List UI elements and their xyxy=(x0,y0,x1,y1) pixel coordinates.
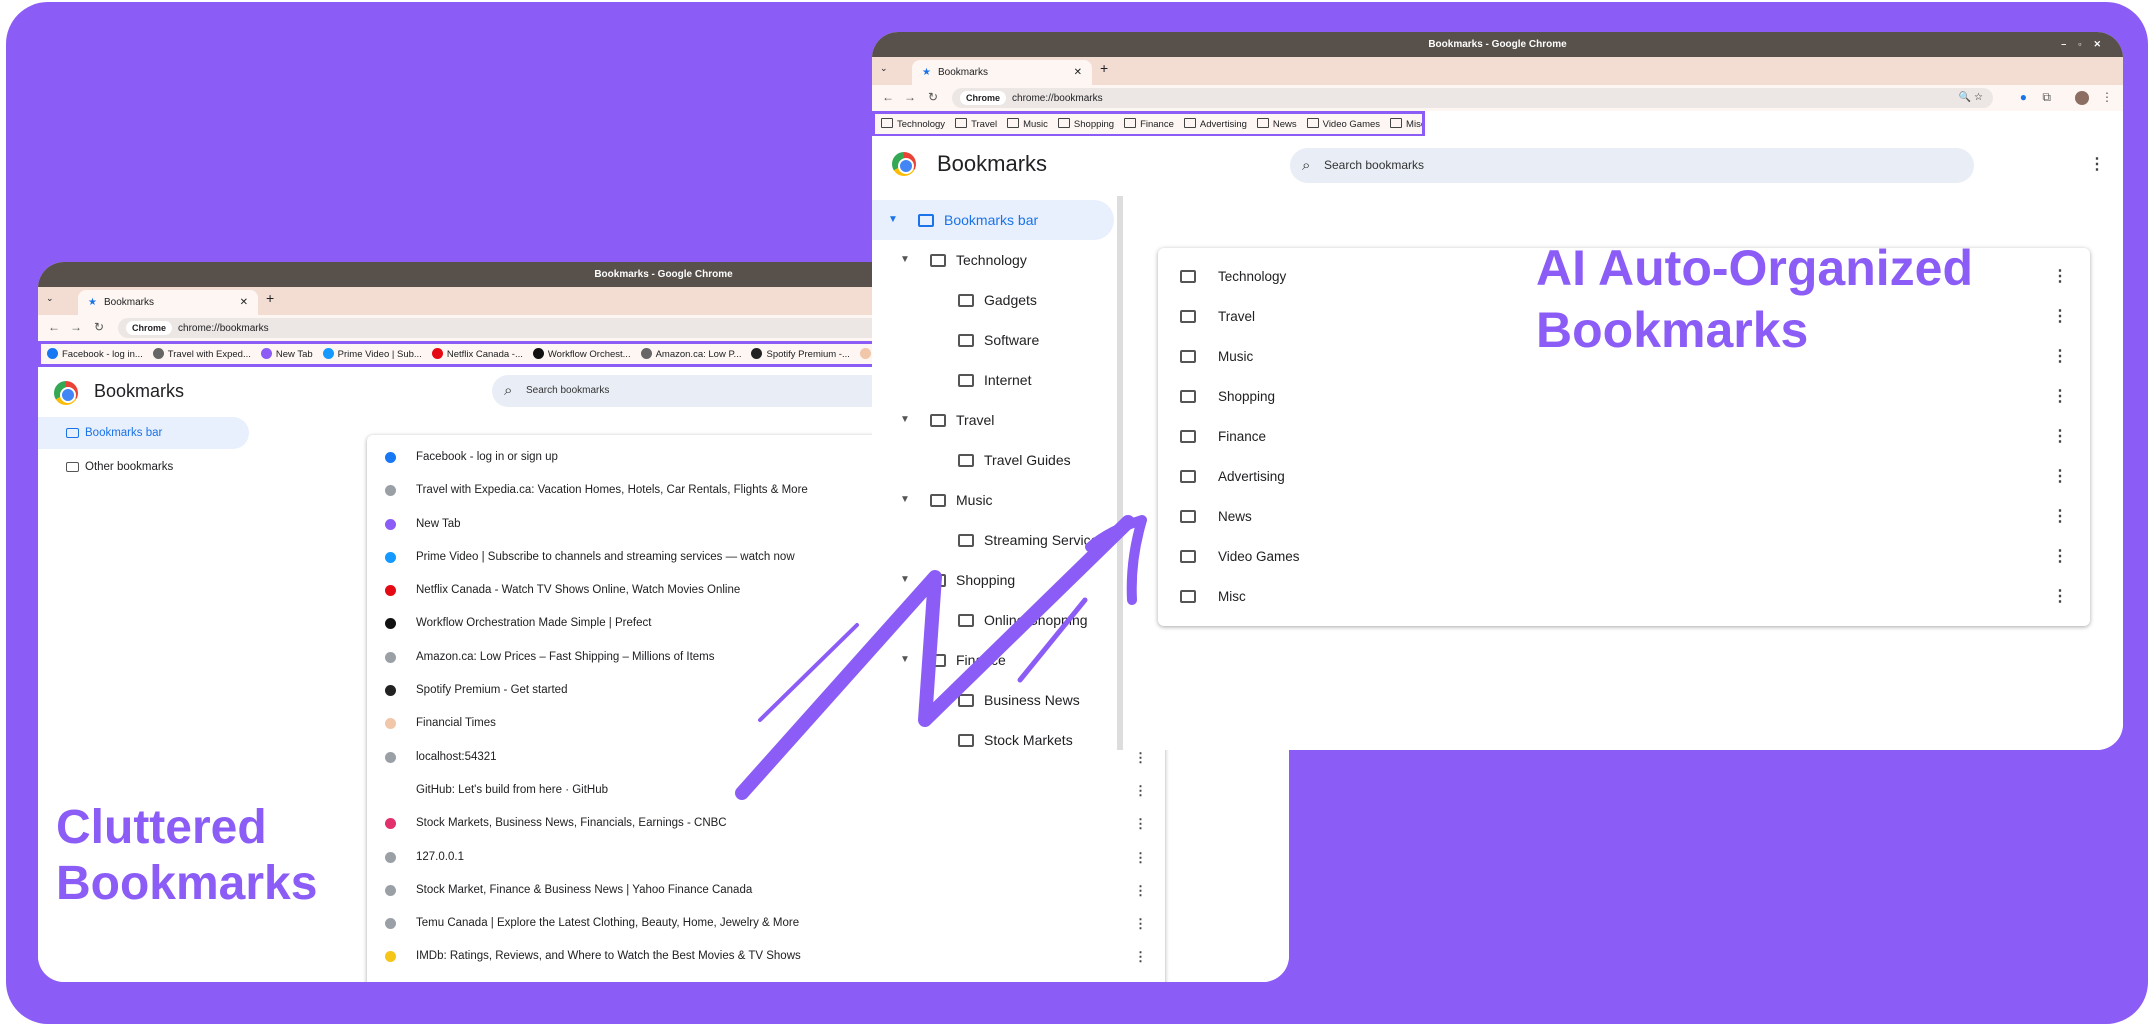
arrow-stroke xyxy=(735,515,1135,800)
transform-arrow xyxy=(735,515,1147,800)
